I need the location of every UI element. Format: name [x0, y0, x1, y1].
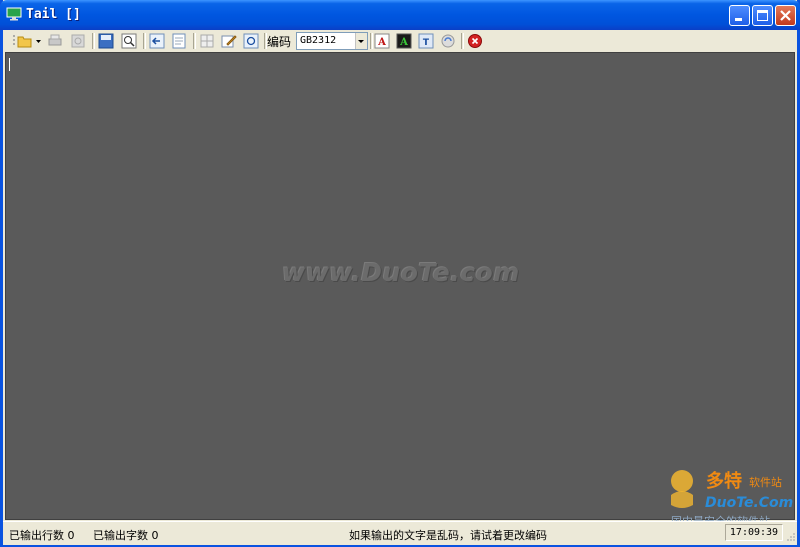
logo-brand-en: DuoTe.Com — [705, 495, 793, 511]
status-clock: 17:09:39 — [725, 524, 783, 541]
print-icon[interactable] — [47, 33, 63, 49]
open-folder-icon[interactable] — [17, 33, 33, 49]
maximize-button[interactable] — [752, 5, 773, 26]
chevron-down-icon[interactable] — [355, 33, 367, 49]
logo-brand-cn: 多特 — [706, 470, 742, 492]
encoding-label: 编码 — [267, 35, 292, 49]
window-title: Tail [] — [26, 7, 81, 22]
encoding-select[interactable]: GB2312 — [296, 32, 368, 50]
font-color-icon[interactable]: A — [374, 33, 390, 49]
edit-pencil-icon[interactable] — [221, 33, 237, 49]
title-bar[interactable]: Tail [] — [0, 0, 800, 30]
toolbar-grip-icon — [13, 35, 15, 45]
toolbar-separator — [370, 33, 373, 49]
status-chars-output: 已输出字数 0 — [93, 529, 159, 542]
logo-suffix-cn: 软件站 — [749, 475, 782, 489]
status-lines-output: 已输出行数 0 — [9, 529, 75, 542]
find-icon[interactable] — [121, 33, 137, 49]
background-color-icon[interactable]: A — [396, 33, 412, 49]
toolbar-separator — [143, 33, 146, 49]
minimize-icon — [735, 18, 742, 21]
minimize-button[interactable] — [729, 5, 750, 26]
status-encoding-hint: 如果输出的文字是乱码，请试着更改编码 — [349, 529, 547, 542]
svg-text:A: A — [377, 37, 386, 48]
toolbar: 编码 GB2312 A A T — [3, 30, 797, 52]
app-monitor-icon — [6, 7, 22, 21]
settings-disabled-icon[interactable] — [70, 33, 86, 49]
svg-text:T: T — [423, 38, 430, 48]
maximize-icon — [757, 10, 768, 21]
close-button[interactable] — [775, 5, 796, 26]
open-dropdown-arrow-icon[interactable] — [35, 33, 42, 49]
toolbar-separator — [92, 33, 95, 49]
log-output-area[interactable]: www.DuoTe.com — [5, 52, 795, 520]
document-icon[interactable] — [171, 33, 187, 49]
text-caret — [9, 58, 10, 71]
refresh-icon[interactable] — [243, 33, 259, 49]
options-icon[interactable] — [440, 33, 456, 49]
main-window: Tail [] 编码 GB2312 A A T www.DuoTe.com 多特… — [0, 0, 800, 547]
close-icon — [780, 10, 791, 21]
resize-grip-icon[interactable] — [785, 531, 796, 542]
toolbar-separator — [461, 33, 464, 49]
status-bar: 已输出行数 0 已输出字数 0 如果输出的文字是乱码，请试着更改编码 17:09… — [3, 521, 797, 545]
grid-icon[interactable] — [199, 33, 215, 49]
svg-text:A: A — [399, 37, 408, 48]
toolbar-separator — [193, 33, 196, 49]
encoding-value: GB2312 — [300, 35, 337, 46]
save-icon[interactable] — [98, 33, 114, 49]
watermark-text: www.DuoTe.com — [282, 258, 520, 287]
text-style-icon[interactable]: T — [418, 33, 434, 49]
go-back-icon[interactable] — [149, 33, 165, 49]
exit-stop-icon[interactable] — [467, 33, 483, 49]
